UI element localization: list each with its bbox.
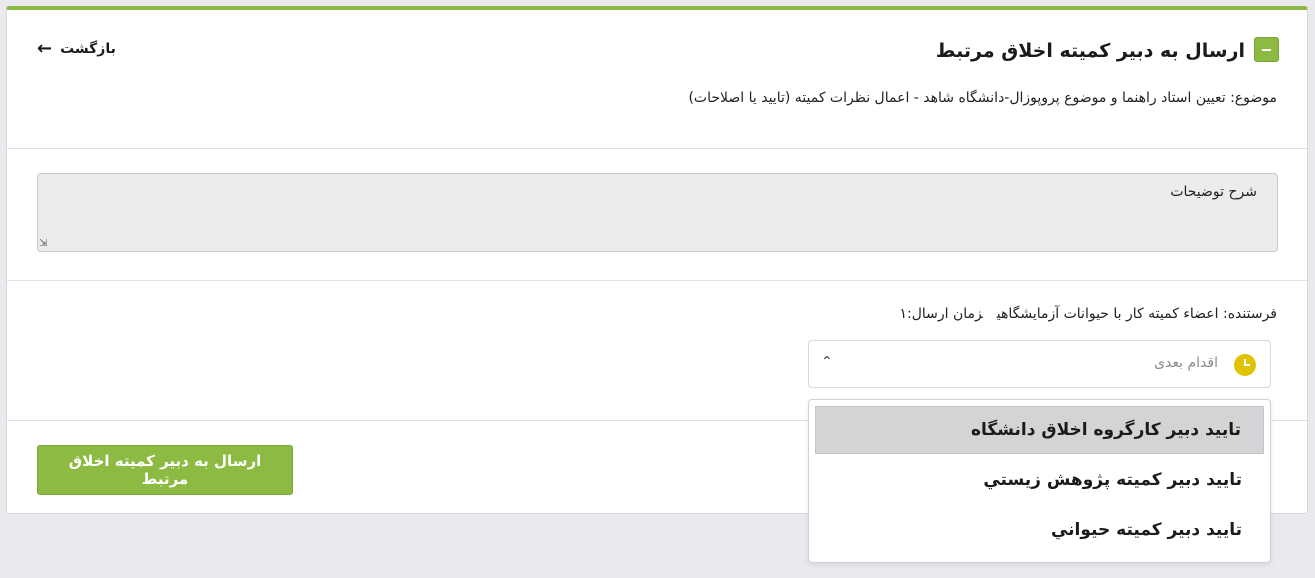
chevron-up-icon: ⌃: [821, 354, 833, 370]
next-action-dropdown: تایید دبیر کارگروه اخلاق دانشگاه تاييد د…: [808, 399, 1271, 563]
next-action-placeholder: اقدام بعدی: [1154, 355, 1218, 371]
clock-icon: [1234, 354, 1256, 376]
dropdown-option[interactable]: تاييد دبير كميته حيواني: [815, 506, 1264, 554]
divider: [7, 148, 1307, 149]
collapse-button[interactable]: [1254, 37, 1279, 62]
description-field[interactable]: [37, 173, 1278, 252]
next-action-select[interactable]: اقدام بعدی ⌃: [808, 340, 1271, 388]
sender-text: فرستنده: اعضاء كميته كار با حيوانات آزما…: [996, 306, 1277, 322]
dropdown-option[interactable]: تاييد دبير كميته پژوهش زيستي: [815, 456, 1264, 504]
minus-icon: [1262, 49, 1271, 51]
send-time-text: زمان ارسال:١: [899, 306, 983, 322]
subject-text: موضوع: تعیین استاد راهنما و موضوع پروپوز…: [688, 90, 1277, 106]
resize-handle-icon[interactable]: ⇲: [39, 238, 47, 249]
dropdown-option[interactable]: تایید دبیر کارگروه اخلاق دانشگاه: [815, 406, 1264, 454]
arrow-left-icon: ←: [37, 38, 53, 59]
back-button[interactable]: ← بازگشت: [37, 40, 116, 58]
page-title: ارسال به دبير كميته اخلاق مرتبط: [935, 40, 1245, 62]
divider: [7, 280, 1307, 281]
back-label: بازگشت: [60, 41, 116, 57]
submit-button[interactable]: ارسال به دبير كميته اخلاق مرتبط: [37, 445, 293, 495]
sender-info: فرستنده: اعضاء كميته كار با حيوانات آزما…: [885, 306, 1277, 322]
